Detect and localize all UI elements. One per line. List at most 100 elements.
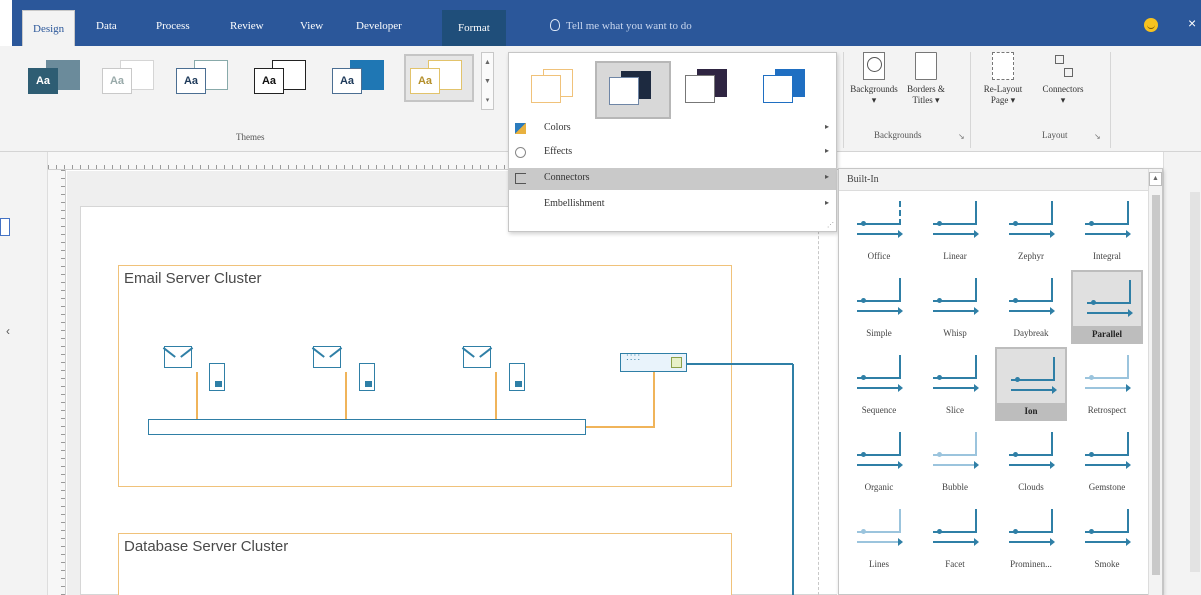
scroll-up-icon[interactable]: ▲ bbox=[1149, 172, 1162, 186]
connector-style-label: Retrospect bbox=[1087, 405, 1127, 415]
connectors-icon bbox=[1052, 52, 1074, 80]
connector-preview-icon bbox=[1011, 357, 1057, 394]
connector-line[interactable] bbox=[687, 363, 793, 365]
connector-preview-icon bbox=[1009, 509, 1055, 546]
backgrounds-launcher-icon[interactable]: ↘ bbox=[958, 132, 965, 141]
connector-preview-icon bbox=[857, 509, 903, 546]
network-switch-icon[interactable] bbox=[620, 352, 687, 372]
connector-preview-icon bbox=[1009, 201, 1055, 238]
menu-item-effects[interactable]: Effects ▸ bbox=[508, 142, 837, 164]
scroll-down-icon[interactable]: ▼ bbox=[482, 72, 493, 91]
theme-thumbnail-4[interactable]: Aa bbox=[250, 56, 316, 100]
connectors-ribbon-button[interactable]: Connectors ▾ bbox=[1034, 52, 1092, 106]
theme-thumbnail-6[interactable]: Aa bbox=[404, 54, 474, 102]
group-divider bbox=[843, 52, 844, 148]
connector-style-zephyr[interactable]: Zephyr bbox=[995, 193, 1067, 267]
shapes-pane-toggle[interactable] bbox=[0, 218, 10, 236]
tab-design[interactable]: Design bbox=[22, 10, 76, 46]
smiley-feedback-icon[interactable] bbox=[1144, 18, 1158, 32]
connector-style-clouds[interactable]: Clouds bbox=[995, 424, 1067, 498]
connector-style-label: Daybreak bbox=[1013, 328, 1049, 338]
connector-style-linear[interactable]: Linear bbox=[919, 193, 991, 267]
backgrounds-button[interactable]: Backgrounds ▾ bbox=[849, 52, 899, 106]
connector-style-office[interactable]: Office bbox=[843, 193, 915, 267]
connector-style-sequence[interactable]: Sequence bbox=[843, 347, 915, 421]
scroll-thumb[interactable] bbox=[1152, 195, 1160, 575]
menu-item-colors[interactable]: Colors ▸ bbox=[508, 118, 837, 140]
connector-style-simple[interactable]: Simple bbox=[843, 270, 915, 344]
connector-line[interactable] bbox=[345, 372, 347, 420]
connector-style-facet[interactable]: Facet bbox=[919, 501, 991, 575]
tell-me-box[interactable]: Tell me what you want to do bbox=[550, 14, 692, 38]
connector-style-label: Office bbox=[867, 251, 891, 261]
gallery-scrollbar[interactable]: ▲ bbox=[1148, 169, 1162, 595]
connector-style-lines[interactable]: Lines bbox=[843, 501, 915, 575]
connector-style-integral[interactable]: Integral bbox=[1071, 193, 1143, 267]
connector-style-label: Gemstone bbox=[1088, 482, 1126, 492]
connectors-icon bbox=[515, 173, 526, 184]
connector-style-gemstone[interactable]: Gemstone bbox=[1071, 424, 1143, 498]
connector-style-organic[interactable]: Organic bbox=[843, 424, 915, 498]
backgrounds-group-label: Backgrounds bbox=[874, 130, 922, 140]
borders-titles-button[interactable]: Borders & Titles ▾ bbox=[902, 52, 950, 106]
submenu-arrow-icon: ▸ bbox=[824, 198, 829, 207]
relayout-page-button[interactable]: Re-Layout Page ▾ bbox=[975, 52, 1031, 106]
email-envelope-icon[interactable] bbox=[164, 346, 192, 368]
database-server-cluster-container[interactable]: Database Server Cluster bbox=[118, 533, 732, 595]
connector-style-slice[interactable]: Slice bbox=[919, 347, 991, 421]
connector-style-label: Whisp bbox=[943, 328, 967, 338]
submenu-arrow-icon: ▸ bbox=[824, 122, 829, 131]
close-icon[interactable]: × bbox=[1188, 15, 1196, 31]
variant-thumbnail-2[interactable] bbox=[595, 61, 671, 119]
layout-group-label: Layout bbox=[1042, 130, 1068, 140]
connector-style-whisp[interactable]: Whisp bbox=[919, 270, 991, 344]
tab-data[interactable]: Data bbox=[96, 14, 117, 38]
server-icon[interactable] bbox=[509, 363, 525, 391]
tab-review[interactable]: Review bbox=[230, 14, 264, 38]
theme-thumbnail-1[interactable]: Aa bbox=[24, 56, 90, 100]
tab-format[interactable]: Format bbox=[442, 10, 506, 46]
connector-style-prominen[interactable]: Prominen... bbox=[995, 501, 1067, 575]
theme-thumbnail-2[interactable]: Aa bbox=[98, 56, 164, 100]
submenu-arrow-icon: ▸ bbox=[824, 146, 829, 155]
connector-line[interactable] bbox=[495, 372, 497, 420]
connector-line[interactable] bbox=[792, 364, 794, 595]
resize-grip-icon[interactable]: ⋰ bbox=[827, 221, 834, 229]
connector-style-label: Slice bbox=[946, 405, 964, 415]
ethernet-bus-shape[interactable] bbox=[148, 419, 586, 435]
connector-style-retrospect[interactable]: Retrospect bbox=[1071, 347, 1143, 421]
vertical-scrollbar[interactable] bbox=[1190, 192, 1200, 572]
email-envelope-icon[interactable] bbox=[463, 346, 491, 368]
connector-preview-icon bbox=[933, 201, 979, 238]
right-panel-strip bbox=[1163, 152, 1201, 595]
connector-line[interactable] bbox=[586, 426, 654, 428]
connector-preview-icon bbox=[933, 432, 979, 469]
menu-item-embellishment[interactable]: Embellishment ▸ bbox=[508, 194, 837, 216]
connector-style-bubble[interactable]: Bubble bbox=[919, 424, 991, 498]
tab-developer[interactable]: Developer bbox=[356, 14, 402, 38]
tab-view[interactable]: View bbox=[300, 14, 323, 38]
menu-item-connectors[interactable]: Connectors ▸ bbox=[508, 168, 837, 190]
connector-style-smoke[interactable]: Smoke bbox=[1071, 501, 1143, 575]
connector-style-parallel[interactable]: Parallel bbox=[1071, 270, 1143, 344]
variant-thumbnail-3[interactable] bbox=[673, 61, 749, 119]
scroll-up-icon[interactable]: ▲ bbox=[482, 53, 493, 72]
layout-launcher-icon[interactable]: ↘ bbox=[1094, 132, 1101, 141]
connector-line[interactable] bbox=[653, 372, 655, 428]
tab-process[interactable]: Process bbox=[156, 14, 190, 38]
connector-preview-icon bbox=[857, 278, 903, 315]
variant-thumbnail-4[interactable] bbox=[751, 61, 827, 119]
connector-line[interactable] bbox=[196, 372, 198, 420]
connector-style-ion[interactable]: Ion bbox=[995, 347, 1067, 421]
connector-preview-icon bbox=[857, 355, 903, 392]
connector-style-daybreak[interactable]: Daybreak bbox=[995, 270, 1067, 344]
email-envelope-icon[interactable] bbox=[313, 346, 341, 368]
server-icon[interactable] bbox=[359, 363, 375, 391]
themes-gallery-scroll[interactable]: ▲ ▼ ▾ bbox=[481, 52, 494, 110]
variant-thumbnail-1[interactable] bbox=[519, 61, 595, 119]
theme-thumbnail-5[interactable]: Aa bbox=[328, 56, 394, 100]
server-icon[interactable] bbox=[209, 363, 225, 391]
gallery-expand-icon[interactable]: ▾ bbox=[482, 91, 493, 110]
theme-thumbnail-3[interactable]: Aa bbox=[172, 56, 238, 100]
collapse-left-icon[interactable]: ‹ bbox=[6, 324, 10, 338]
